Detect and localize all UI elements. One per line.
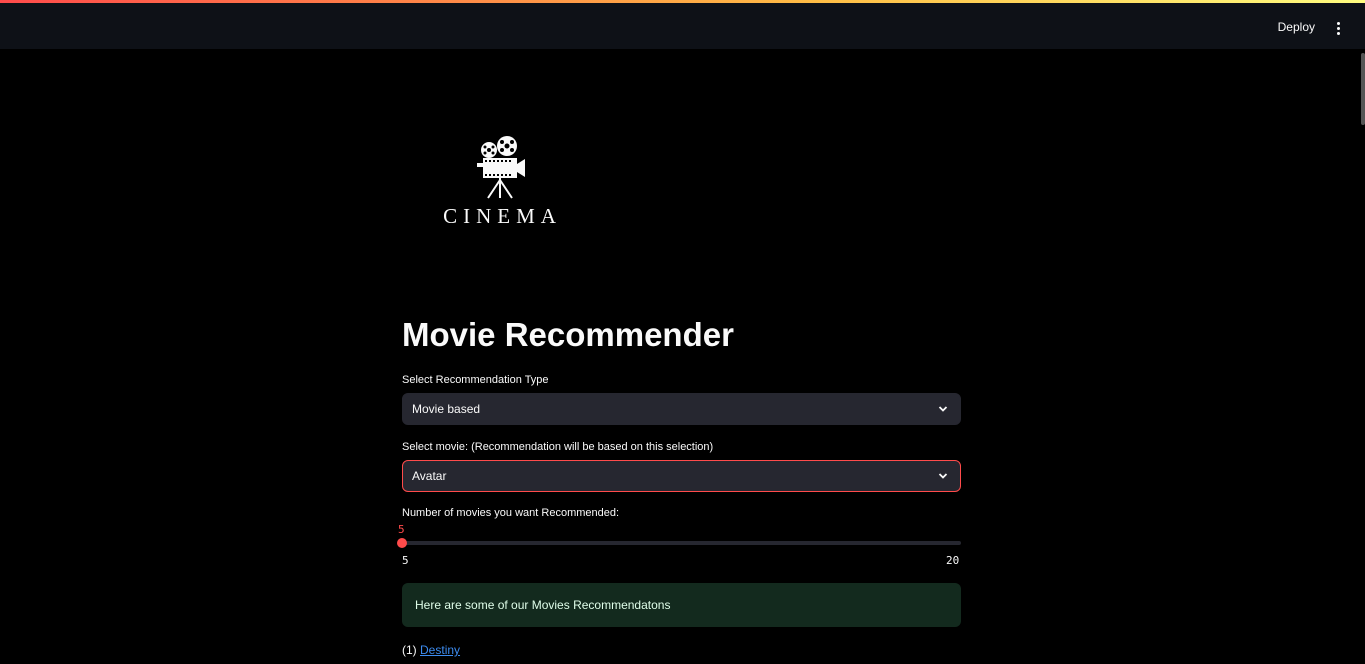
slider-min-label: 5 <box>402 554 409 567</box>
recommendation-type-select[interactable]: Movie based <box>402 393 961 425</box>
kebab-menu-icon[interactable] <box>1335 22 1341 36</box>
alert-message: Here are some of our Movies Recommendato… <box>415 598 671 612</box>
count-slider-label: Number of movies you want Recommended: <box>402 507 620 519</box>
slider-thumb[interactable] <box>397 538 407 548</box>
movie-camera-icon <box>477 136 525 199</box>
list-item-index: (1) <box>402 643 417 657</box>
cinema-logo: CINEMA <box>430 132 575 242</box>
recommendation-type-label: Select Recommendation Type <box>402 374 549 386</box>
main-content <box>0 49 1365 664</box>
movie-select[interactable]: Avatar <box>402 460 961 492</box>
deploy-button[interactable]: Deploy <box>1278 20 1315 34</box>
chevron-down-icon <box>938 406 948 412</box>
movie-select-value: Avatar <box>412 469 447 483</box>
page-title: Movie Recommender <box>402 316 734 353</box>
success-alert: Here are some of our Movies Recommendato… <box>402 583 961 627</box>
count-slider[interactable] <box>397 538 961 548</box>
scrollbar-thumb[interactable] <box>1361 53 1365 125</box>
logo-wordmark: CINEMA <box>443 204 562 228</box>
movie-link[interactable]: Destiny <box>420 643 460 657</box>
movie-select-label: Select movie: (Recommendation will be ba… <box>402 441 714 453</box>
slider-current-value: 5 <box>398 523 405 536</box>
recommendation-type-value: Movie based <box>412 402 481 416</box>
scrollbar[interactable] <box>1361 49 1365 664</box>
chevron-down-icon <box>938 473 948 479</box>
slider-max-label: 20 <box>946 554 960 567</box>
app-header: Deploy <box>0 3 1365 49</box>
list-item: (1) Destiny <box>402 643 460 657</box>
